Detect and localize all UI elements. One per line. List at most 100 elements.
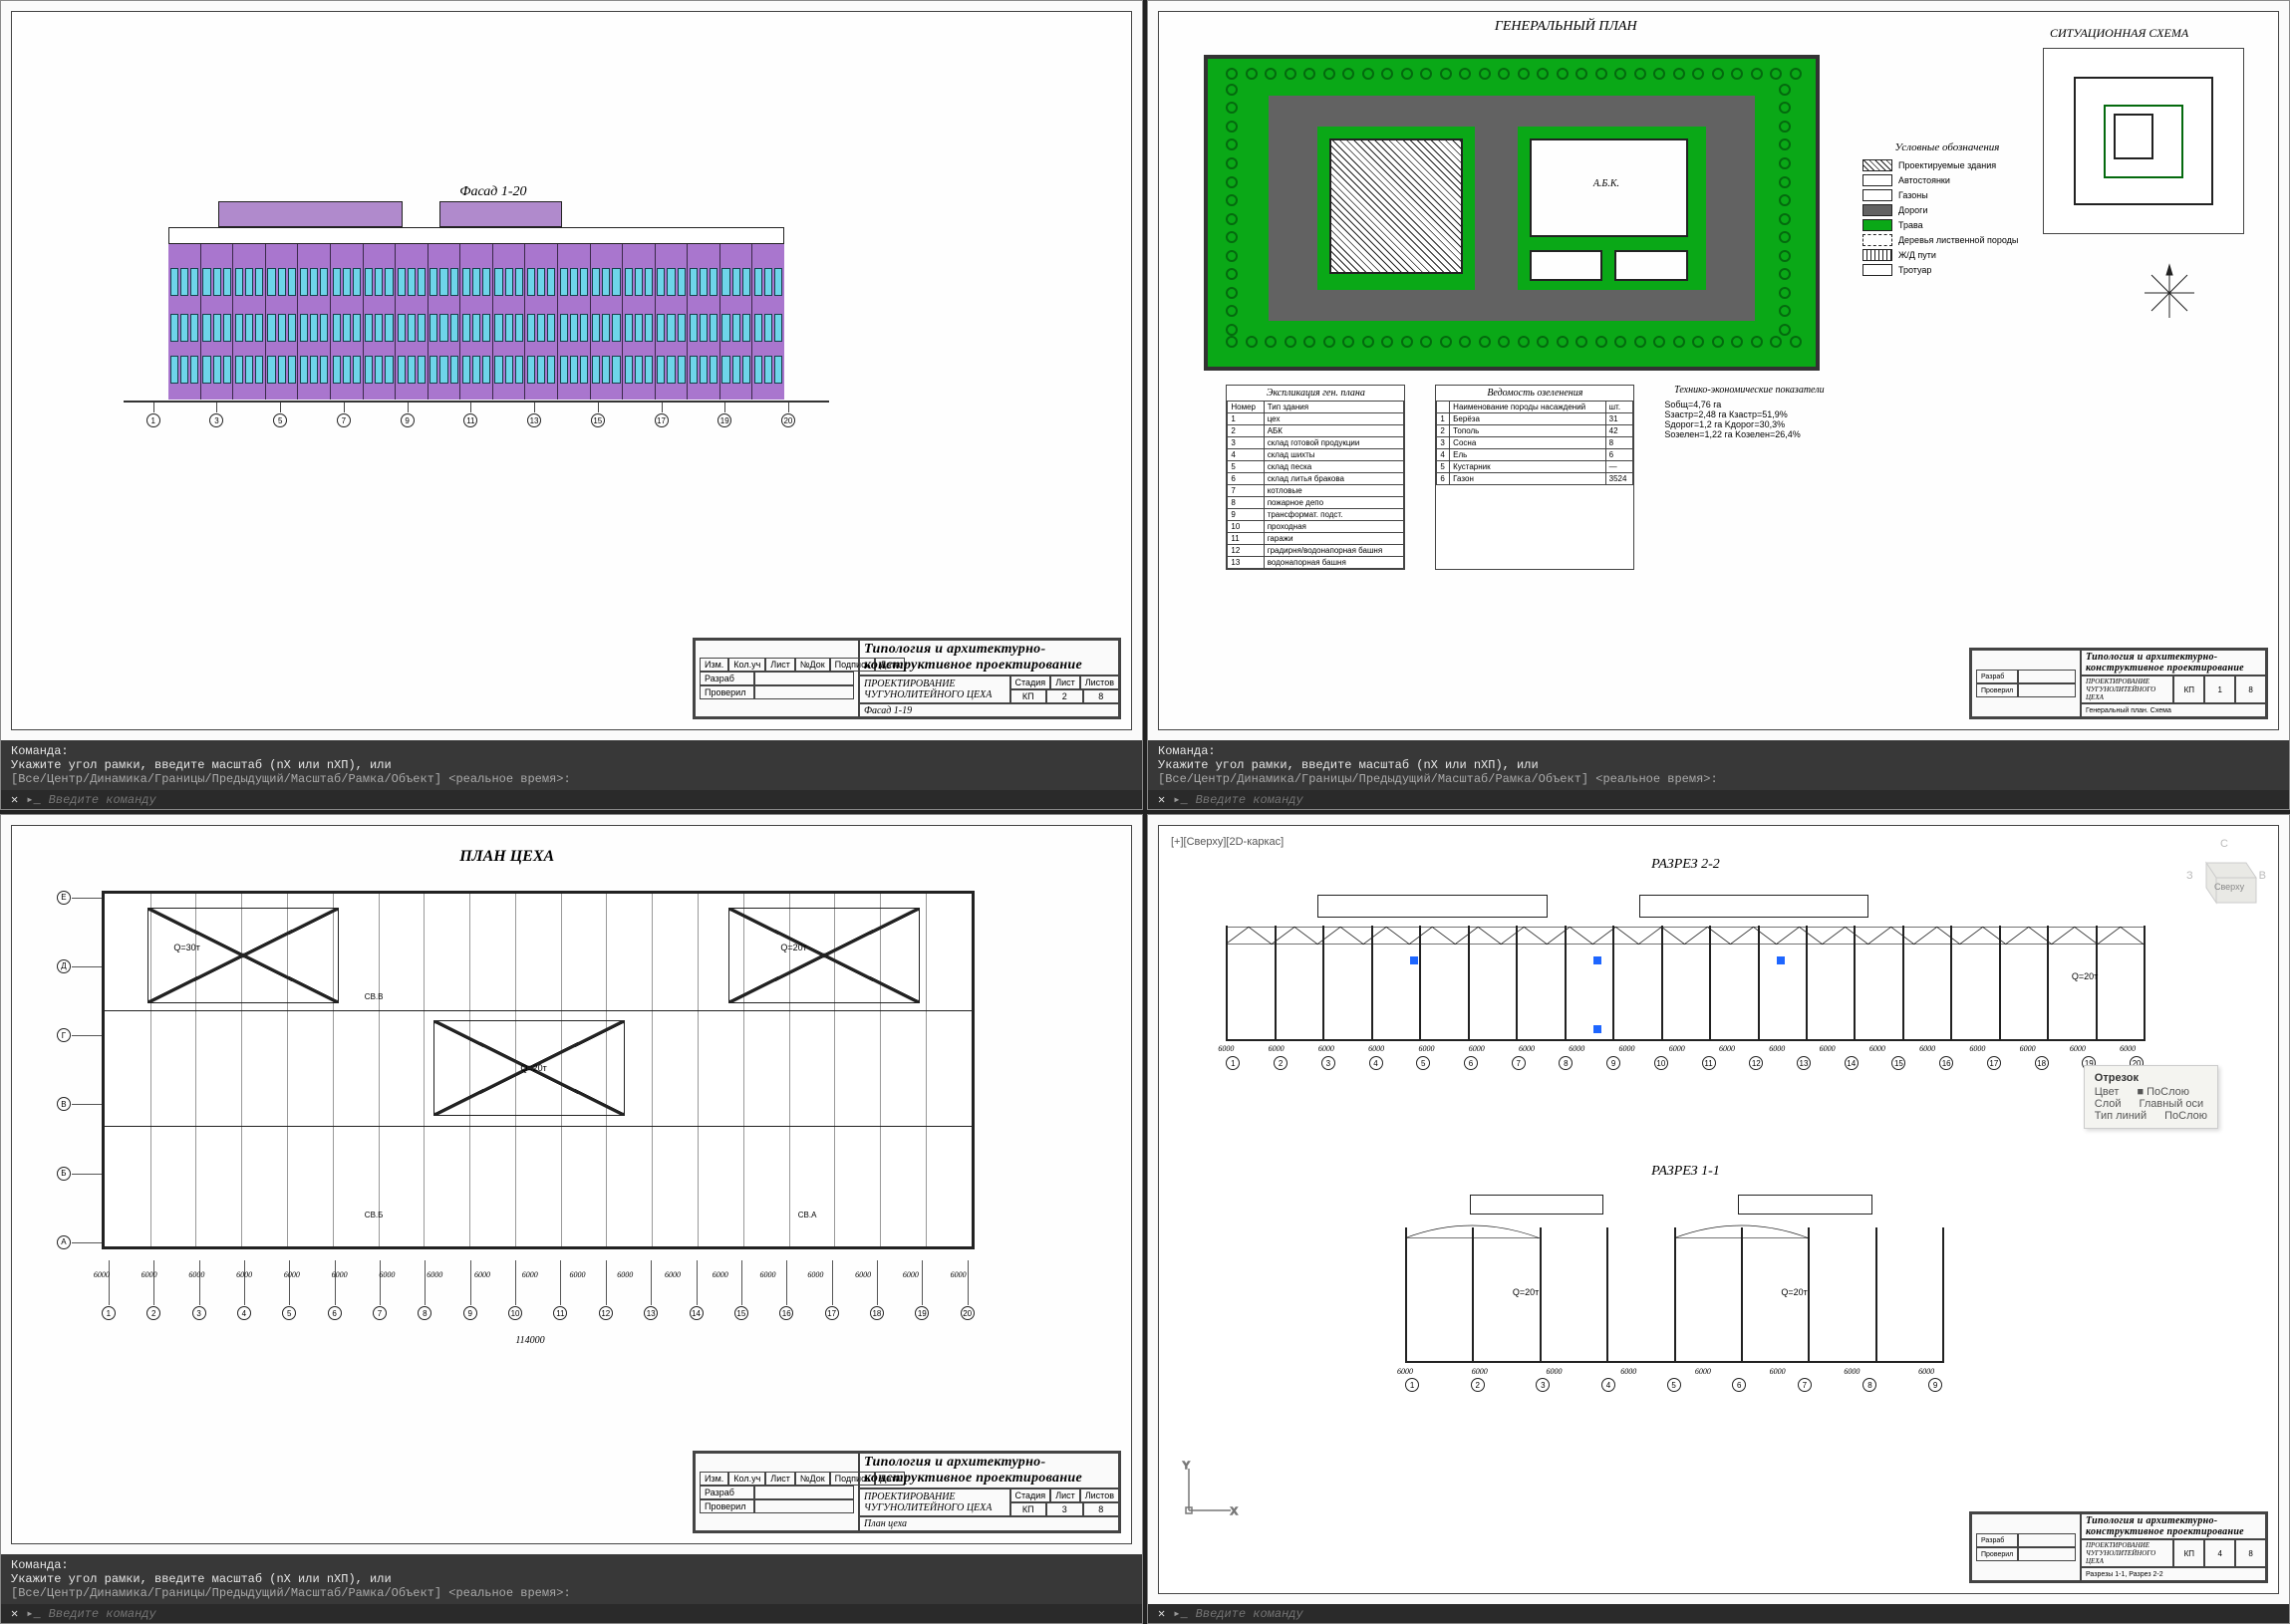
expl-title: Экспликация ген. плана [1227, 386, 1404, 401]
clerestory [1639, 895, 1868, 918]
cmd-label: Команда: [11, 744, 1132, 758]
crane-label: Q=20т [1513, 1287, 1539, 1297]
properties-tooltip: Отрезок Цвет■ ПоСлоюСлойГлавный осиТип л… [2084, 1065, 2218, 1129]
drawing-canvas-3[interactable]: ПЛАН ЦЕХА Q=30т Q=20т Q=20т СВ.В СВ.Б СВ… [11, 825, 1132, 1544]
tb-col: Лист [765, 658, 795, 672]
section-1-1: Q=20т Q=20т [1405, 1195, 1942, 1363]
vertical-axes: ЕДГВБА [57, 891, 71, 1249]
tb-project: ПРОЕКТИРОВАНИЕ ЧУГУНОЛИТЕЙНОГО ЦЕХА [859, 676, 1010, 703]
compass-icon [2140, 263, 2199, 323]
drawing-canvas-4[interactable]: [+][Сверху][2D-каркас] С З В Сверху РАЗР… [1158, 825, 2279, 1594]
drawing-canvas-2[interactable]: ГЕНЕРАЛЬНЫЙ ПЛАН СИТУАЦИОННАЯ СХЕМА А.Б.… [1158, 11, 2279, 730]
grip-icon[interactable] [1593, 956, 1601, 964]
grip-icon[interactable] [1777, 956, 1785, 964]
close-icon[interactable]: ✕ [1158, 1606, 1165, 1621]
axes-11: 123456789 [1405, 1378, 1942, 1392]
total-dim: 114000 [515, 1335, 544, 1346]
titleblock-1: Изм. Кол.уч Лист №Док Подпись Дата Разра… [693, 638, 1121, 719]
vc-right: В [2259, 870, 2266, 882]
command-input[interactable] [49, 793, 248, 807]
sb-label: СВ.Б [365, 1211, 384, 1219]
command-input[interactable] [49, 1607, 248, 1621]
svg-text:Y: Y [1183, 1461, 1190, 1472]
tables-row: Экспликация ген. плана НомерТип здания 1… [1226, 385, 1874, 570]
crane-zone [147, 908, 338, 1003]
clerestory [1317, 895, 1547, 918]
vedomost-table: Ведомость озеленения Наименование породы… [1435, 385, 1634, 570]
tb-col: Кол.уч [728, 658, 765, 672]
command-bar-1: Команда: Укажите угол рамки, введите мас… [1, 740, 1142, 790]
crane-zone [728, 908, 919, 1003]
clerestory-left [218, 201, 403, 227]
horizontal-axes: 1234567891011121314151617181920 [102, 1306, 975, 1320]
svg-text:X: X [1231, 1506, 1238, 1517]
ucs-icon[interactable]: YX [1179, 1461, 1239, 1523]
abk-label: А.Б.К. [1593, 178, 1619, 189]
explication-table: Экспликация ген. плана НомерТип здания 1… [1226, 385, 1405, 570]
tb-h: Стадия [1010, 676, 1051, 689]
ved-title: Ведомость озеленения [1436, 386, 1633, 401]
vc-face: Сверху [2214, 882, 2244, 892]
section22-title: РАЗРЕЗ 2-2 [1651, 857, 1720, 873]
command-input-row-1: ✕ ▸_ [1, 790, 1142, 809]
tep-block: Технико-экономические показатели Sобщ=4,… [1664, 385, 1834, 570]
grip-icon[interactable] [1593, 1025, 1601, 1033]
titleblock-2: Разраб Проверил Типология и архитектурно… [1969, 648, 2268, 719]
command-input[interactable] [1196, 793, 1395, 807]
dimension-row: 6000600060006000600060006000600060006000… [102, 1270, 975, 1279]
pane-sections: [+][Сверху][2D-каркас] С З В Сверху РАЗР… [1147, 814, 2290, 1624]
crane-label: Q=30т [173, 943, 199, 952]
pane-plan: ПЛАН ЦЕХА Q=30т Q=20т Q=20т СВ.В СВ.Б СВ… [0, 814, 1143, 1624]
legend-title: Условные обозначения [1862, 141, 2032, 153]
plan-title: ПЛАН ЦЕХА [459, 848, 554, 866]
titleblock-4: Разраб Проверил Типология и архитектурно… [1969, 1511, 2268, 1583]
sitplan-title: СИТУАЦИОННАЯ СХЕМА [2050, 26, 2188, 41]
viewcube[interactable]: С З В Сверху [2186, 838, 2266, 918]
close-icon[interactable]: ✕ [11, 792, 18, 807]
crane-label: Q=20т [520, 1063, 546, 1073]
tb-col: Изм. [700, 658, 728, 672]
tb-caption: Фасад 1-19 [859, 703, 1119, 717]
tooltip-title: Отрезок [2095, 1072, 2207, 1084]
grip-icon[interactable] [1410, 956, 1418, 964]
roof-line [168, 227, 784, 244]
command-input[interactable] [1196, 1607, 1395, 1621]
sb-label: СВ.В [365, 992, 384, 1001]
command-input-row-4: ✕▸_ [1148, 1604, 2289, 1623]
four-pane-grid: Фасад 1-20 13579111315171920 Изм. Кол.уч… [0, 0, 2290, 1624]
plan-axis-line [105, 1010, 972, 1011]
pane-genplan: ГЕНЕРАЛЬНЫЙ ПЛАН СИТУАЦИОННАЯ СХЕМА А.Б.… [1147, 0, 2290, 810]
close-icon[interactable]: ✕ [1158, 792, 1165, 807]
legend: Условные обозначения Проектируемые здани… [1862, 141, 2032, 279]
prompt-icon: ▸_ [26, 792, 40, 807]
tb-course: Типология и архитектурно-конструктивное … [859, 640, 1119, 676]
command-input-row-3: ✕▸_ [1, 1604, 1142, 1623]
close-icon[interactable]: ✕ [11, 1606, 18, 1621]
bld-aux2 [1614, 250, 1687, 281]
genplan-title: ГЕНЕРАЛЬНЫЙ ПЛАН [1495, 19, 1637, 35]
ground-line [124, 401, 828, 403]
tb-total: 8 [1083, 689, 1120, 703]
section11-title: РАЗРЕЗ 1-1 [1651, 1164, 1720, 1180]
site-plan: А.Б.К. [1204, 55, 1820, 371]
tb-h: Лист [1050, 676, 1080, 689]
situation-map [2043, 48, 2244, 234]
bld-main [1329, 138, 1463, 274]
floor-plan: Q=30т Q=20т Q=20т СВ.В СВ.Б СВ.А [102, 891, 975, 1249]
viewport-label[interactable]: [+][Сверху][2D-каркас] [1171, 836, 1284, 848]
crane-label: Q=20т [780, 943, 806, 952]
axes-22: 1234567891011121314151617181920 [1226, 1056, 2144, 1070]
clerestory-mid [439, 201, 563, 227]
drawing-canvas-1[interactable]: Фасад 1-20 13579111315171920 Изм. Кол.уч… [11, 11, 1132, 730]
command-bar-3: Команда:Укажите угол рамки, введите масш… [1, 1554, 1142, 1604]
command-bar-2: Команда: Укажите угол рамки, введите мас… [1148, 740, 2289, 790]
tb-row-lbl: Разраб [700, 672, 754, 685]
crane-label: Q=20т [2072, 971, 2098, 981]
sb-label: СВ.А [798, 1211, 817, 1219]
section-2-2: Q=20т [1226, 888, 2144, 1041]
command-input-row-2: ✕▸_ [1148, 790, 2289, 809]
dims-22: 6000600060006000600060006000600060006000… [1226, 1044, 2144, 1053]
facade-elevation [168, 227, 784, 400]
bld-abk: А.Б.К. [1530, 138, 1688, 237]
vc-top: С [2220, 838, 2228, 850]
